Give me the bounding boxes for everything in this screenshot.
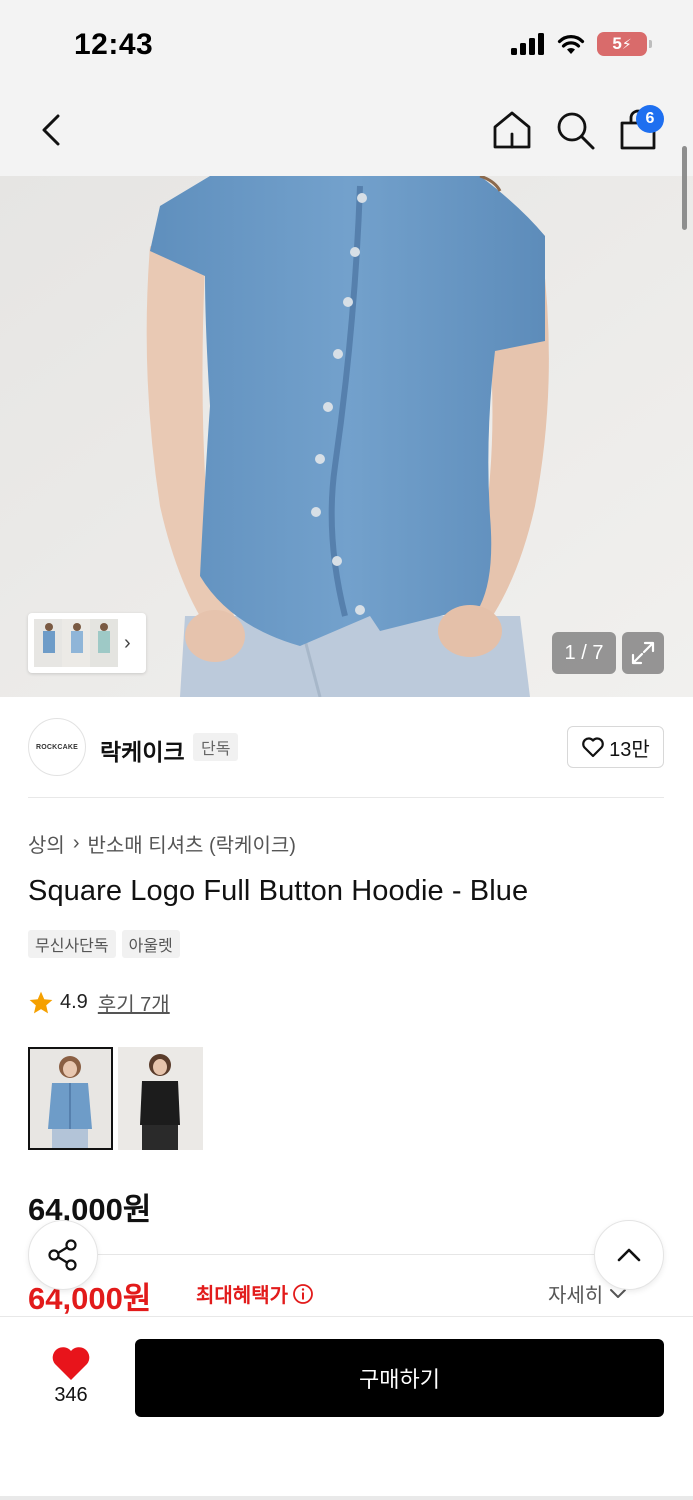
image-thumbnail-strip[interactable]: › <box>28 613 146 673</box>
heart-outline-icon <box>582 737 605 758</box>
wifi-icon <box>557 35 585 54</box>
brand-logo[interactable]: ROCKCAKE <box>28 718 86 776</box>
brand-like-button[interactable]: 13만 <box>567 726 664 768</box>
product-hero-image[interactable]: › 1 / 7 <box>0 176 693 697</box>
search-icon[interactable] <box>553 108 597 152</box>
buy-button[interactable]: 구매하기 <box>135 1339 664 1417</box>
scroll-to-top-button[interactable] <box>594 1220 664 1290</box>
color-thumbnail-blue <box>30 1049 111 1148</box>
info-icon[interactable] <box>292 1283 314 1305</box>
color-option-black[interactable] <box>118 1047 203 1150</box>
product-tags: 무신사단독 아울렛 <box>28 930 180 958</box>
battery-level: 5 <box>612 34 622 53</box>
brand-exclusive-tag: 단독 <box>193 733 239 761</box>
color-options <box>28 1047 203 1150</box>
tag-outlet: 아울렛 <box>121 930 180 958</box>
color-option-blue[interactable] <box>28 1047 113 1150</box>
tag-musinsa-exclusive: 무신사단독 <box>28 930 116 958</box>
heart-filled-icon[interactable] <box>50 1344 92 1382</box>
detail-link-label: 자세히 <box>548 1285 604 1307</box>
rating-row: 4.9 후기 7개 <box>28 988 170 1017</box>
chevron-right-icon: › <box>124 631 131 654</box>
divider <box>28 797 664 798</box>
cart-badge: 6 <box>636 105 664 133</box>
status-icons: 5 ⚡ <box>511 32 652 56</box>
status-bar: 12:43 5 ⚡ <box>0 0 693 90</box>
product-price: 64,000원 <box>28 1192 152 1227</box>
color-thumbnail-black <box>118 1047 203 1150</box>
breadcrumb-subcategory[interactable]: 반소매 티셔츠 (락케이크) <box>87 829 295 858</box>
breadcrumb: 상의 › 반소매 티셔츠 (락케이크) <box>28 829 296 858</box>
chevron-right-icon: › <box>72 832 80 854</box>
share-button[interactable] <box>28 1220 98 1290</box>
product-title: Square Logo Full Button Hoodie - Blue <box>28 875 529 907</box>
status-time: 12:43 <box>74 28 154 61</box>
expand-image-button[interactable] <box>622 632 664 674</box>
review-link[interactable]: 후기 7개 <box>98 988 170 1017</box>
scroll-indicator[interactable] <box>682 146 687 230</box>
chevron-up-icon <box>617 1248 641 1262</box>
home-icon[interactable] <box>490 108 534 152</box>
rating-value: 4.9 <box>60 991 88 1013</box>
back-icon[interactable] <box>34 110 74 150</box>
brand-name[interactable]: 락케이크 <box>100 733 185 767</box>
share-icon <box>48 1239 77 1271</box>
signal-icon <box>511 33 544 55</box>
max-benefit-label-text: 최대혜택가 <box>196 1285 288 1307</box>
battery-icon: 5 ⚡ <box>597 32 652 56</box>
home-indicator <box>0 1496 693 1500</box>
image-page-indicator: 1 / 7 <box>552 632 616 674</box>
max-benefit-label: 최대혜택가 <box>196 1279 314 1308</box>
thumbnail-images <box>34 619 118 667</box>
star-icon <box>29 991 53 1013</box>
top-nav-bar: 6 <box>0 90 693 176</box>
breadcrumb-category[interactable]: 상의 <box>28 829 65 858</box>
brand-logo-text: ROCKCAKE <box>35 743 79 751</box>
brand-like-count: 13만 <box>609 738 650 761</box>
expand-icon <box>631 641 655 665</box>
wish-count: 346 <box>54 1384 88 1406</box>
